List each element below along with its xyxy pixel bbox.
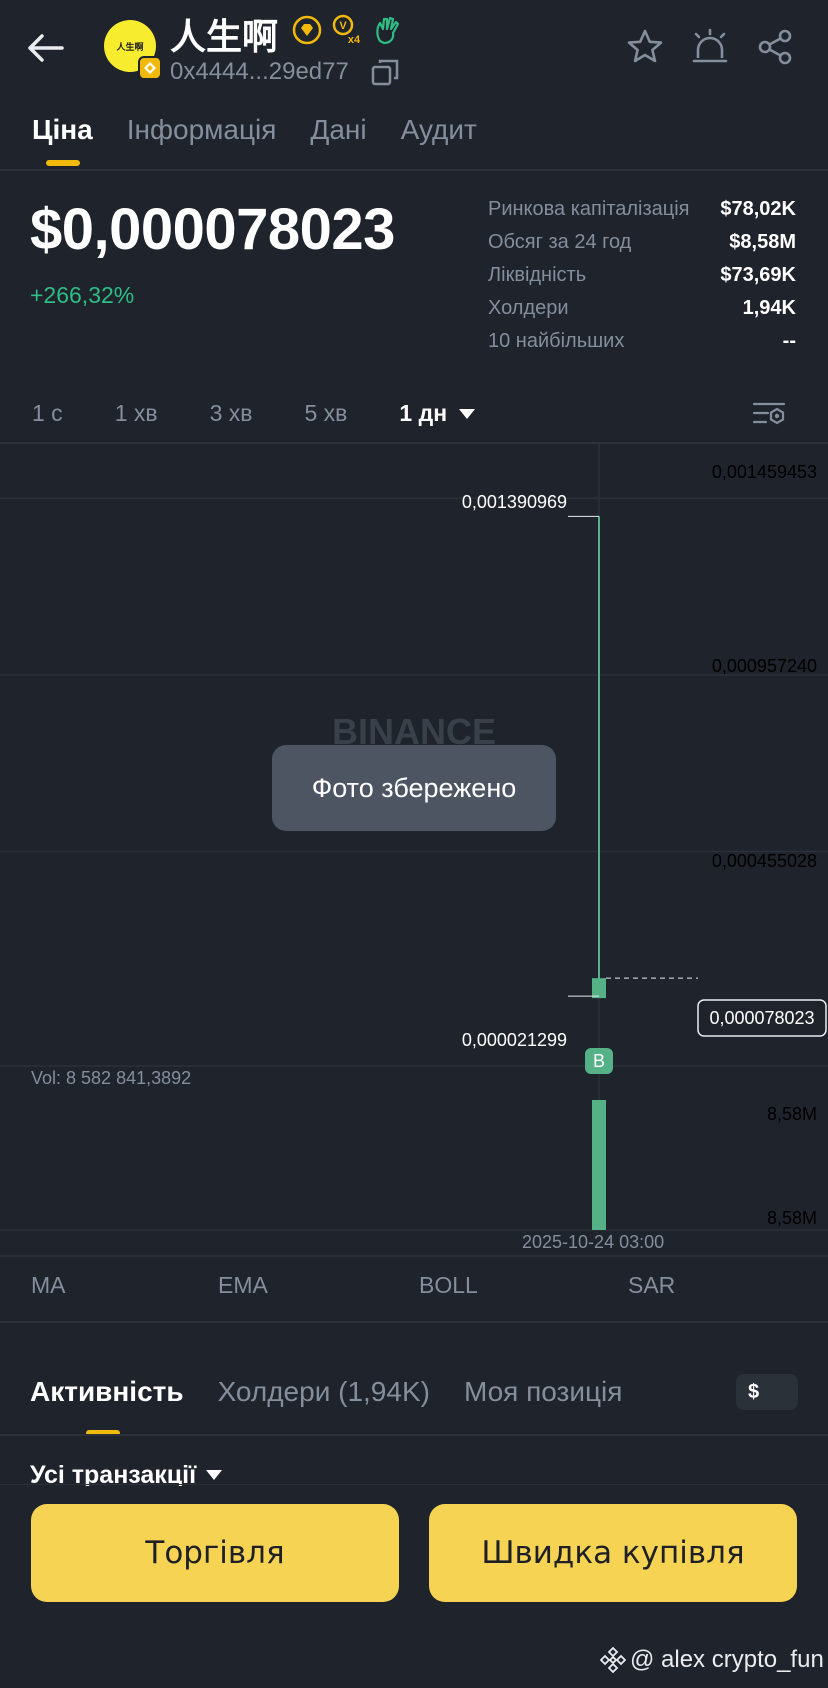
candle-body (592, 978, 606, 999)
interval-3m[interactable]: 3 хв (210, 400, 253, 427)
token-name: 人生啊 (170, 17, 279, 58)
stat-label: Ліквідність (488, 264, 587, 286)
volume-bar (592, 1100, 606, 1230)
main-tabs: Ціна Інформація Дані Аудит (32, 114, 477, 146)
currency-toggle[interactable]: $ (736, 1374, 798, 1410)
tabs-divider (0, 169, 828, 171)
indicators-bottom-divider (0, 1321, 828, 1323)
stat-value: 1,94K (742, 297, 796, 319)
stat-value: -- (782, 330, 796, 352)
bottom-bar-divider (0, 1484, 828, 1485)
indicator-ma[interactable]: MA (31, 1272, 66, 1299)
interval-1s[interactable]: 1 с (32, 400, 63, 427)
stat-value: $73,69K (720, 264, 796, 286)
all-transactions-label: Усі транзакції (30, 1464, 197, 1486)
volume-label: Vol: 8 582 841,3892 (31, 1068, 191, 1088)
tab-info[interactable]: Інформація (127, 114, 277, 146)
buy-marker-text: B (593, 1051, 605, 1071)
indicator-ema[interactable]: EMA (218, 1272, 268, 1299)
stat-holders: Холдери 1,94K (488, 297, 796, 330)
y-tick-label: 0,000957240 (712, 656, 817, 676)
trade-button[interactable]: Торгівля (31, 1504, 399, 1602)
high-price-label: 0,001390969 (462, 492, 567, 512)
y-tick-label: 0,001459453 (712, 462, 817, 482)
binance-logo-icon (600, 1647, 626, 1673)
stat-label: Обсяг за 24 год (488, 231, 632, 253)
tab-holders[interactable]: Холдери (1,94K) (218, 1376, 430, 1408)
token-logo-text: 人生啊 (116, 42, 144, 53)
volume-tick-label: 8,58M (767, 1208, 817, 1228)
share-icon[interactable] (756, 28, 794, 66)
chart-marks (568, 515, 698, 1230)
chart-grid (0, 444, 828, 1231)
stat-value: $78,02K (720, 198, 796, 220)
current-price-tag-text: 0,000078023 (709, 1008, 814, 1028)
current-price: $0,000078023 (30, 197, 395, 262)
indicators-top-divider (0, 1255, 828, 1257)
active-tab-indicator (46, 160, 80, 166)
interval-1m[interactable]: 1 хв (115, 400, 158, 427)
stat-label: Холдери (488, 297, 569, 319)
interval-5m[interactable]: 5 хв (305, 400, 348, 427)
vx-badge-text: V (339, 20, 347, 32)
interval-selector: 1 с 1 хв 3 хв 5 хв 1 дн (32, 400, 476, 427)
screenshot-watermark: @ alex crypto_fun (600, 1646, 824, 1674)
vx4-badge-icon: V x4 (332, 14, 361, 46)
chart-settings-icon[interactable] (752, 398, 786, 428)
indicator-boll[interactable]: BOLL (419, 1272, 478, 1299)
caret-down-icon (459, 408, 476, 419)
toast-photo-saved: Фото збережено (272, 745, 556, 831)
bnb-chain-badge-icon (138, 56, 162, 80)
stat-liquidity: Ліквідність $73,69K (488, 264, 796, 297)
x-axis-time-label: 2025-10-24 03:00 (522, 1232, 665, 1252)
token-badges: V x4 (292, 14, 402, 46)
activity-divider (0, 1434, 828, 1436)
tab-data[interactable]: Дані (310, 114, 366, 146)
stat-label: Ринкова капіталізація (488, 198, 690, 220)
quick-buy-button[interactable]: Швидка купівля (429, 1504, 797, 1602)
contract-address[interactable]: 0x4444...29ed77 (170, 58, 349, 86)
diamond-badge-icon (292, 15, 322, 45)
y-tick-label: 0,000455028 (712, 851, 817, 871)
stat-volume: Обсяг за 24 год $8,58M (488, 231, 796, 264)
tab-audit[interactable]: Аудит (401, 114, 477, 146)
hand-badge-icon (376, 16, 400, 45)
volume-tick-label: 8,58M (767, 1104, 817, 1124)
interval-1d[interactable]: 1 дн (399, 400, 476, 427)
caret-down-icon (206, 1470, 223, 1480)
price-change: +266,32% (30, 282, 135, 308)
star-icon[interactable] (626, 28, 664, 66)
watermark-text: @ alex crypto_fun (630, 1646, 824, 1673)
stat-top10: 10 найбільших -- (488, 330, 796, 363)
indicator-sar[interactable]: SAR (628, 1272, 675, 1299)
x4-badge-text: x4 (348, 34, 361, 46)
price-alert-icon[interactable] (690, 28, 730, 66)
activity-tabs: Активність Холдери (1,94K) Моя позиція (30, 1376, 622, 1408)
tab-price[interactable]: Ціна (32, 114, 93, 146)
all-transactions-filter[interactable]: Усі транзакції (30, 1464, 223, 1486)
price-chart[interactable]: BINANCE 0,001459453 0,000957240 0,000455… (0, 444, 828, 1232)
tab-activity[interactable]: Активність (30, 1376, 184, 1408)
token-stats: Ринкова капіталізація $78,02K Обсяг за 2… (488, 198, 796, 363)
copy-icon[interactable] (370, 58, 400, 88)
stat-label: 10 найбільших (488, 330, 625, 352)
stat-market-cap: Ринкова капіталізація $78,02K (488, 198, 796, 231)
low-price-label: 0,000021299 (462, 1030, 567, 1050)
stat-value: $8,58M (729, 231, 796, 253)
interval-1d-label: 1 дн (399, 400, 448, 426)
tab-my-position[interactable]: Моя позиція (464, 1376, 622, 1408)
back-arrow-icon[interactable] (26, 28, 66, 68)
